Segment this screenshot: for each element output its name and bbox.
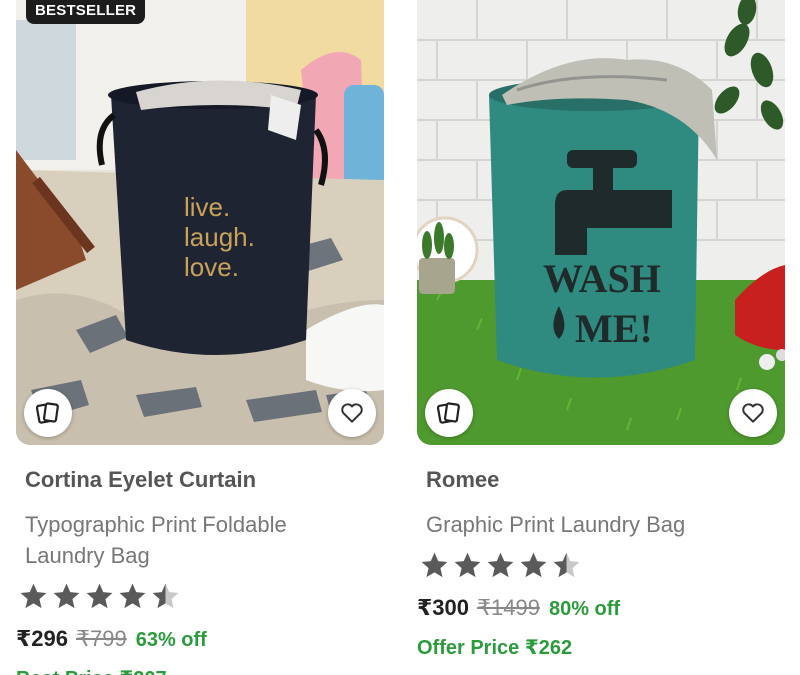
product-brand[interactable]: Romee [426,467,785,493]
star-icon [53,583,80,609]
product-photo: live. laugh. love. [16,0,384,445]
half-star-icon [152,583,179,609]
heart-icon [742,403,764,423]
price-row: ₹300 ₹1499 80% off [417,595,785,621]
offer-price: Offer Price ₹262 [417,637,573,659]
star-icon [487,552,514,578]
bag-print-text: live. [184,192,230,222]
bestseller-badge: BESTSELLER [26,0,146,24]
product-title[interactable]: Graphic Print Laundry Bag [426,509,766,540]
star-icon [520,552,547,578]
price-row: ₹296 ₹799 63% off [16,626,384,652]
selling-price: ₹300 [417,595,470,620]
similar-products-icon [35,402,59,424]
product-card[interactable]: live. laugh. love. BESTSELLER Cortina Ey… [16,0,384,675]
similar-products-button[interactable] [24,389,72,437]
star-icon [454,552,481,578]
rating-stars [18,581,384,612]
svg-text:ME!: ME! [575,306,653,351]
offer-price: Best Price ₹207 [16,666,384,675]
rating-stars [419,550,785,581]
similar-products-button[interactable] [425,389,473,437]
original-price: ₹1499 [477,595,540,620]
star-icon [20,583,47,609]
product-card[interactable]: WASH ME! Romee Graphic Print Laundry Bag [417,0,785,660]
star-icon [421,552,448,578]
star-icon [119,583,146,609]
product-image[interactable]: WASH ME! [417,0,785,445]
heart-icon [341,403,363,423]
svg-text:laugh.: laugh. [184,222,255,252]
svg-text:love.: love. [184,252,239,282]
original-price: ₹799 [76,626,127,651]
selling-price: ₹296 [16,626,69,651]
product-brand[interactable]: Cortina Eyelet Curtain [25,467,384,493]
star-icon [86,583,113,609]
product-photo: WASH ME! [417,0,785,445]
similar-products-icon [436,402,460,424]
product-title[interactable]: Typographic Print Foldable Laundry Bag [25,509,365,571]
bag-print-text: WASH [543,256,661,301]
discount-label: 63% off [135,629,207,651]
half-star-icon [553,552,580,578]
discount-label: 80% off [548,598,621,620]
product-image[interactable]: live. laugh. love. BESTSELLER [16,0,384,445]
wishlist-button[interactable] [328,389,376,437]
wishlist-button[interactable] [729,389,777,437]
